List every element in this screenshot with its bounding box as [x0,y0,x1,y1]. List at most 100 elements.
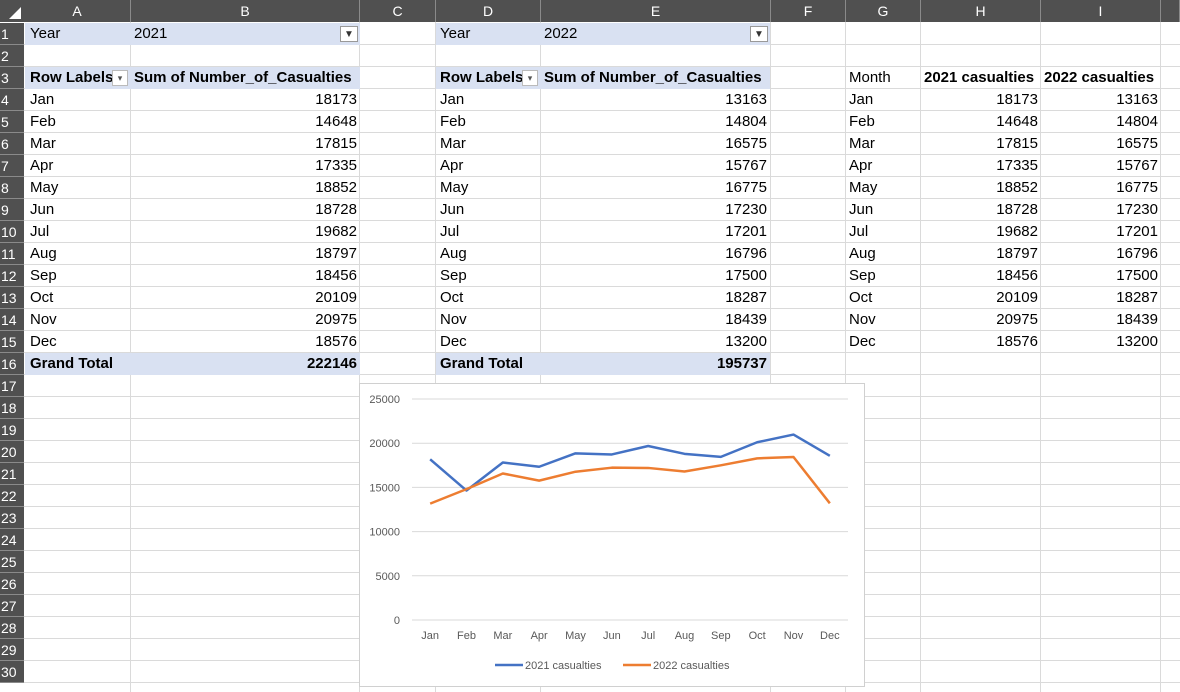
row-header-26[interactable]: 26 [0,573,24,595]
pivot-2021-value-cell[interactable]: 20975 [134,309,357,331]
column-header-E[interactable]: E [541,0,771,22]
summary-header-2022[interactable]: 2022 casualties [1044,67,1154,89]
summary-2021-cell[interactable]: 20975 [924,309,1038,331]
row-header-3[interactable]: 3 [0,67,24,89]
pivot-2021-row-labels-header[interactable]: Row Labels [30,67,113,89]
row-header-16[interactable]: 16 [0,353,24,375]
row-header-17[interactable]: 17 [0,375,24,397]
pivot-2022-value-cell[interactable]: 17201 [544,221,767,243]
summary-month-cell[interactable]: Mar [849,133,875,155]
pivot-2021-month-cell[interactable]: Aug [30,243,57,265]
summary-2022-cell[interactable]: 13163 [1044,89,1158,111]
pivot-2022-value-cell[interactable]: 17230 [544,199,767,221]
pivot-2021-filter-value[interactable]: 2021 [134,23,167,45]
column-header-G[interactable]: G [846,0,921,22]
dropdown-arrow-icon[interactable]: ▾ [522,70,538,86]
summary-month-cell[interactable]: Apr [849,155,872,177]
summary-2022-cell[interactable]: 16575 [1044,133,1158,155]
pivot-2021-total-value[interactable]: 222146 [134,353,357,375]
pivot-2022-month-cell[interactable]: Jan [440,89,464,111]
summary-month-cell[interactable]: Jan [849,89,873,111]
row-header-15[interactable]: 15 [0,331,24,353]
pivot-2021-month-cell[interactable]: Sep [30,265,57,287]
pivot-2021-value-cell[interactable]: 18173 [134,89,357,111]
column-header-B[interactable]: B [131,0,360,22]
summary-2022-cell[interactable]: 17201 [1044,221,1158,243]
summary-month-cell[interactable]: Nov [849,309,876,331]
summary-month-cell[interactable]: Aug [849,243,876,265]
row-header-28[interactable]: 28 [0,617,24,639]
pivot-2021-month-cell[interactable]: Dec [30,331,57,353]
summary-2021-cell[interactable]: 18852 [924,177,1038,199]
row-header-5[interactable]: 5 [0,111,24,133]
pivot-2022-row-labels-header[interactable]: Row Labels [440,67,523,89]
row-header-25[interactable]: 25 [0,551,24,573]
pivot-2022-filter-value[interactable]: 2022 [544,23,577,45]
summary-2021-cell[interactable]: 19682 [924,221,1038,243]
pivot-2021-value-cell[interactable]: 18456 [134,265,357,287]
pivot-2021-month-cell[interactable]: May [30,177,58,199]
pivot-2022-value-cell[interactable]: 18439 [544,309,767,331]
pivot-2021-month-cell[interactable]: Jun [30,199,54,221]
column-header-H[interactable]: H [921,0,1041,22]
pivot-2022-month-cell[interactable]: Aug [440,243,467,265]
pivot-2022-month-cell[interactable]: Sep [440,265,467,287]
row-header-2[interactable]: 2 [0,45,24,67]
summary-month-cell[interactable]: Dec [849,331,876,353]
pivot-2021-value-header[interactable]: Sum of Number_of_Casualties [134,67,352,89]
column-header-D[interactable]: D [436,0,541,22]
pivot-2022-month-cell[interactable]: Apr [440,155,463,177]
pivot-2022-value-cell[interactable]: 16796 [544,243,767,265]
summary-month-cell[interactable]: Oct [849,287,872,309]
row-header-12[interactable]: 12 [0,265,24,287]
row-header-21[interactable]: 21 [0,463,24,485]
summary-2022-cell[interactable]: 18439 [1044,309,1158,331]
pivot-2021-month-cell[interactable]: Jul [30,221,49,243]
pivot-2021-value-cell[interactable]: 18852 [134,177,357,199]
pivot-2021-month-cell[interactable]: Jan [30,89,54,111]
pivot-2021-value-cell[interactable]: 18797 [134,243,357,265]
pivot-2022-value-cell[interactable]: 18287 [544,287,767,309]
row-header-22[interactable]: 22 [0,485,24,507]
pivot-2022-month-cell[interactable]: Jun [440,199,464,221]
summary-2021-cell[interactable]: 17335 [924,155,1038,177]
row-header-1[interactable]: 1 [0,23,24,45]
row-header-7[interactable]: 7 [0,155,24,177]
row-header-18[interactable]: 18 [0,397,24,419]
row-header-30[interactable]: 30 [0,661,24,683]
pivot-2022-filter-label[interactable]: Year [440,23,470,45]
pivot-2021-month-cell[interactable]: Apr [30,155,53,177]
summary-2022-cell[interactable]: 15767 [1044,155,1158,177]
pivot-2022-month-cell[interactable]: Nov [440,309,467,331]
summary-2022-cell[interactable]: 16775 [1044,177,1158,199]
dropdown-arrow-icon[interactable]: ▾ [112,70,128,86]
pivot-2022-value-cell[interactable]: 13163 [544,89,767,111]
column-header-I[interactable]: I [1041,0,1161,22]
row-header-13[interactable]: 13 [0,287,24,309]
summary-2021-cell[interactable]: 18173 [924,89,1038,111]
row-header-8[interactable]: 8 [0,177,24,199]
pivot-2021-value-cell[interactable]: 18576 [134,331,357,353]
row-header-29[interactable]: 29 [0,639,24,661]
pivot-2021-filter-label[interactable]: Year [30,23,60,45]
column-header-C[interactable]: C [360,0,436,22]
pivot-2022-month-cell[interactable]: May [440,177,468,199]
summary-header-2021[interactable]: 2021 casualties [924,67,1034,89]
pivot-2021-total-label[interactable]: Grand Total [30,353,113,375]
funnel-filter-icon[interactable]: ▼ [750,26,768,42]
summary-2022-cell[interactable]: 17500 [1044,265,1158,287]
summary-2021-cell[interactable]: 20109 [924,287,1038,309]
pivot-2022-value-cell[interactable]: 15767 [544,155,767,177]
pivot-2022-month-cell[interactable]: Oct [440,287,463,309]
pivot-2022-total-value[interactable]: 195737 [544,353,767,375]
line-chart[interactable]: 0 5000 10000 15000 20000 25000 Jan Feb Mar Apr May… [359,383,865,687]
pivot-2021-value-cell[interactable]: 20109 [134,287,357,309]
pivot-2022-month-cell[interactable]: Dec [440,331,467,353]
pivot-2021-value-cell[interactable]: 14648 [134,111,357,133]
pivot-2022-value-cell[interactable]: 17500 [544,265,767,287]
summary-2022-cell[interactable]: 18287 [1044,287,1158,309]
pivot-2021-month-cell[interactable]: Nov [30,309,57,331]
pivot-2022-value-cell[interactable]: 13200 [544,331,767,353]
summary-month-cell[interactable]: Jun [849,199,873,221]
summary-2022-cell[interactable]: 16796 [1044,243,1158,265]
